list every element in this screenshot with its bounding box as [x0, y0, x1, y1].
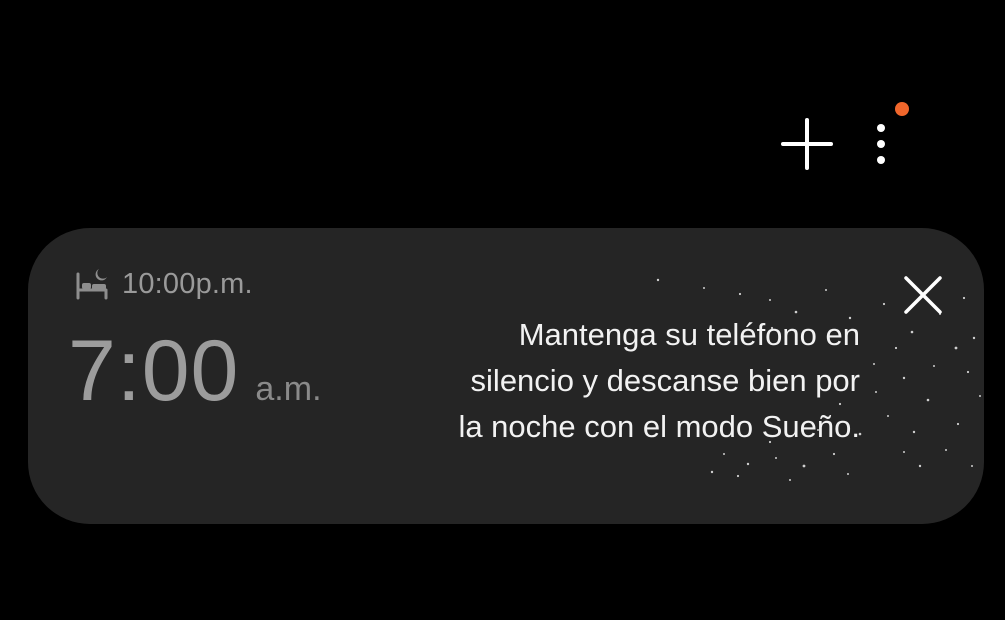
more-vertical-icon: [877, 124, 885, 164]
add-button[interactable]: [777, 114, 837, 174]
message-line: la noche con el modo Sueño.: [458, 409, 860, 444]
message-line: silencio y descanse bien por: [470, 363, 860, 398]
notification-dot: [895, 102, 909, 116]
message-line: Mantenga su teléfono en: [518, 317, 860, 352]
wake-time-period: a.m.: [255, 370, 322, 408]
plus-icon: [781, 118, 833, 170]
wake-time: 7:00: [68, 323, 240, 419]
bedtime-label: 10:00p.m.: [122, 267, 253, 300]
sleep-mode-message: Mantenga su teléfono en silencio y desca…: [408, 312, 860, 450]
dismiss-card-button[interactable]: [896, 268, 950, 322]
more-options-button[interactable]: [857, 114, 905, 174]
close-icon: [904, 276, 942, 314]
wake-time-row: 7:00 a.m.: [68, 328, 322, 414]
sleep-mode-card[interactable]: 10:00p.m. 7:00 a.m. Mantenga su teléfono…: [28, 228, 984, 524]
bed-moon-icon: [76, 269, 108, 300]
top-actions: [745, 100, 965, 190]
bedtime-row: 10:00p.m.: [74, 264, 253, 304]
